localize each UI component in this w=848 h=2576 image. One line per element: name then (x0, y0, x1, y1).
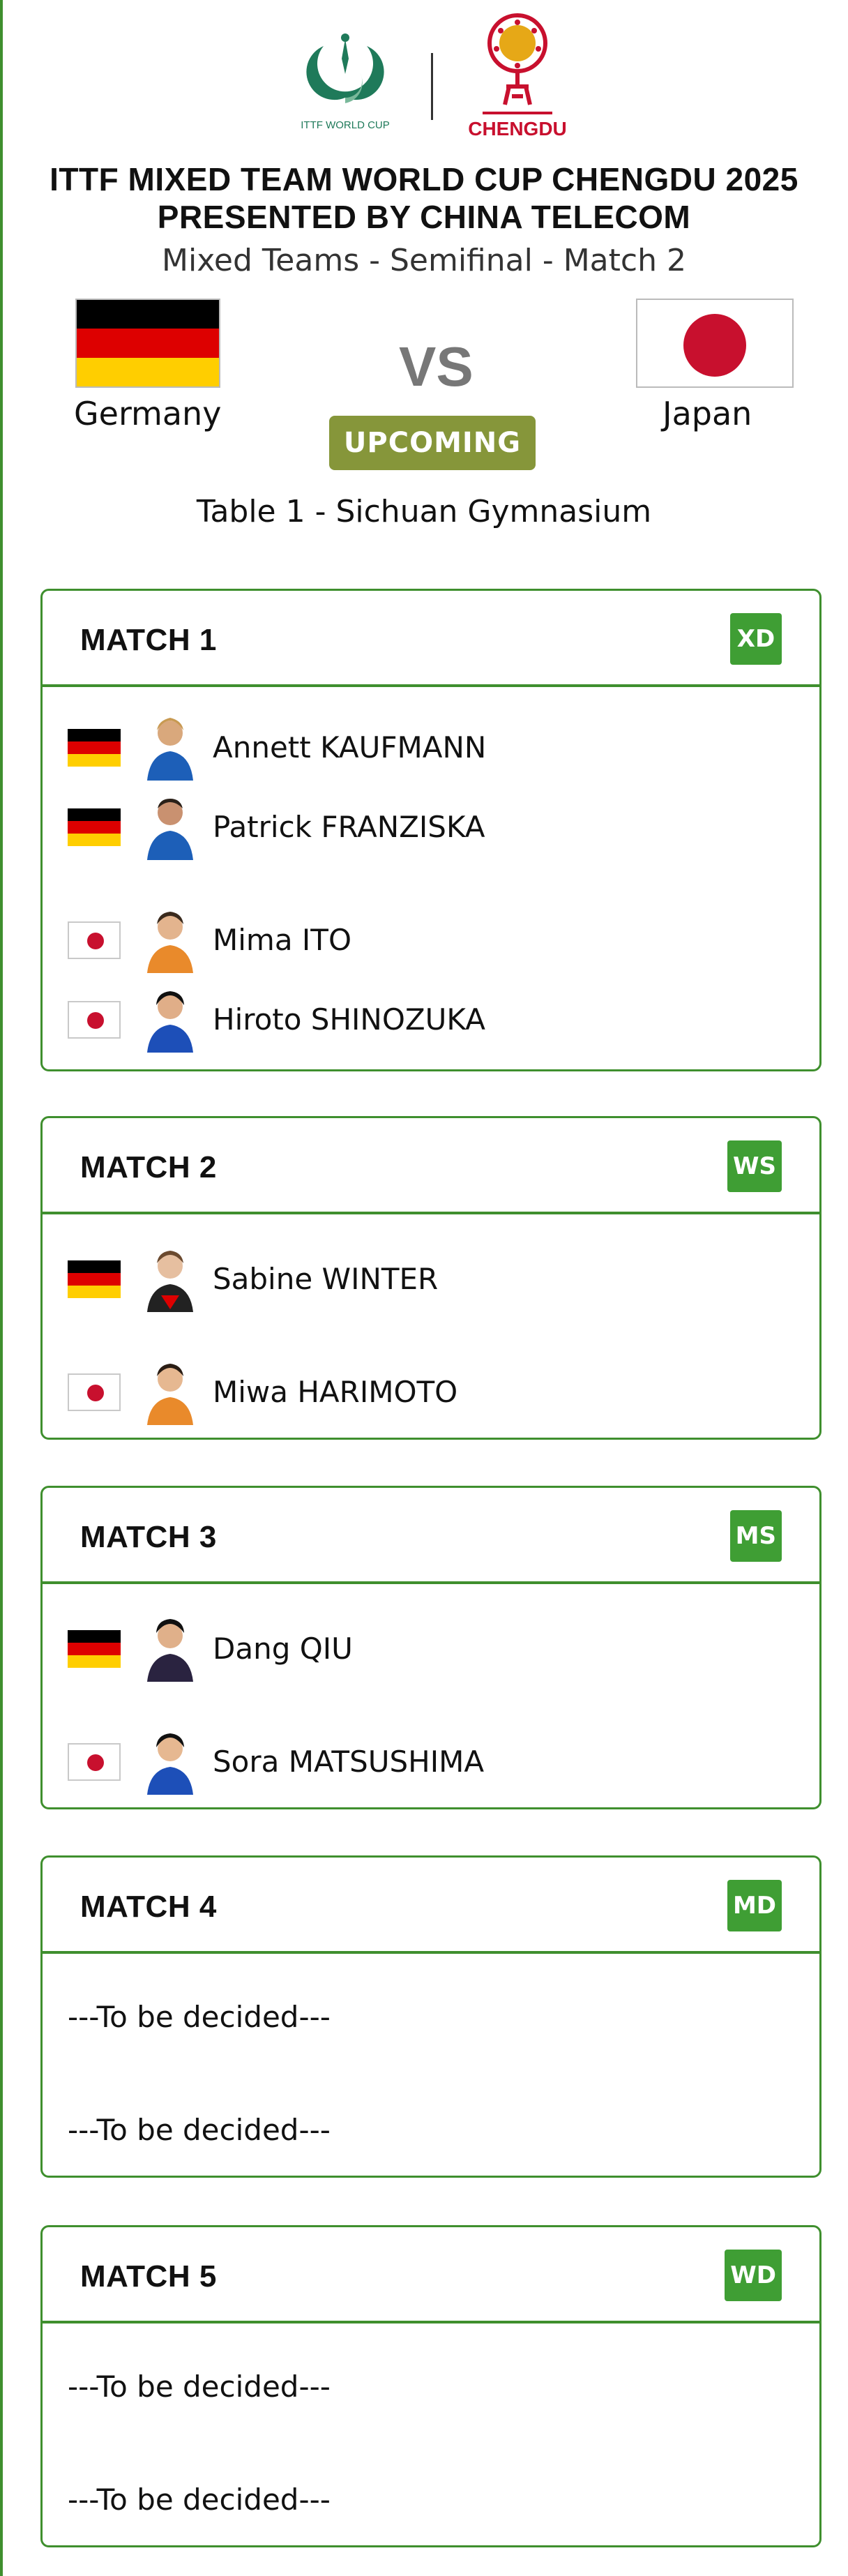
player-avatar (147, 1364, 193, 1425)
match-title: MATCH 4 (80, 1890, 217, 1924)
page-left-border (0, 0, 3, 2576)
player-name: Mima ITO (213, 923, 352, 957)
chengdu-2025-logo: CHENGDU (468, 13, 567, 140)
player-row[interactable]: Annett KAUFMANN (68, 711, 793, 781)
match-card-3[interactable]: MATCH 3 MS Dang QIU Sora MATSUSHIMA (40, 1486, 821, 1809)
event-title: ITTF MIXED TEAM WORLD CUP CHENGDU 2025 P… (0, 160, 848, 236)
match-type-badge: XD (730, 613, 782, 665)
team-home-name: Germany (74, 395, 222, 432)
player-row[interactable]: Sora MATSUSHIMA (68, 1725, 793, 1795)
match-type-badge: WS (727, 1140, 782, 1192)
player-avatar (147, 799, 193, 860)
tbd-label: ---To be decided--- (68, 2000, 331, 2034)
match-card-header: MATCH 3 MS (43, 1488, 819, 1584)
event-title-line2: PRESENTED BY CHINA TELECOM (157, 199, 691, 235)
match-card-1[interactable]: MATCH 1 XD Annett KAUFMANN Patrick FRANZ… (40, 589, 821, 1071)
event-logos: ITTF WORLD CUP CHENGDU (0, 10, 848, 149)
svg-text:CHENGDU: CHENGDU (468, 118, 567, 140)
vs-label: VS (399, 336, 474, 398)
player-avatar (147, 1619, 193, 1682)
player-name: Sora MATSUSHIMA (213, 1745, 485, 1779)
japan-flag-icon (68, 1001, 121, 1039)
match-status-badge: UPCOMING (329, 416, 536, 470)
japan-flag-icon (68, 1743, 121, 1781)
japan-flag-icon (68, 1373, 121, 1411)
match-card-4[interactable]: MATCH 4 MD ---To be decided--- ---To be … (40, 1855, 821, 2178)
match-type-badge: MD (727, 1880, 782, 1931)
player-row[interactable]: Mima ITO (68, 903, 793, 973)
svg-text:ITTF WORLD CUP: ITTF WORLD CUP (301, 119, 390, 131)
player-name: Dang QIU (213, 1632, 353, 1666)
player-row[interactable]: Sabine WINTER (68, 1242, 793, 1312)
player-row[interactable]: Patrick FRANZISKA (68, 790, 793, 860)
match-card-header: MATCH 2 WS (43, 1118, 819, 1214)
match-type-badge: MS (729, 1510, 782, 1562)
tbd-label: ---To be decided--- (68, 2370, 331, 2404)
venue-label: Table 1 - Sichuan Gymnasium (196, 494, 652, 529)
match-type-badge: WD (725, 2250, 782, 2301)
player-name: Miwa HARIMOTO (213, 1375, 458, 1409)
player-name: Patrick FRANZISKA (213, 810, 485, 844)
player-avatar (147, 718, 193, 781)
player-avatar (147, 1733, 193, 1795)
player-avatar (147, 912, 193, 973)
logo-divider (431, 53, 433, 120)
match-title: MATCH 2 (80, 1150, 217, 1184)
player-row[interactable]: Dang QIU (68, 1612, 793, 1682)
ittf-world-cup-logo: ITTF WORLD CUP (301, 33, 390, 131)
match-card-header: MATCH 4 MD (43, 1858, 819, 1954)
japan-flag-icon (636, 299, 794, 388)
event-title-line1: ITTF MIXED TEAM WORLD CUP CHENGDU 2025 (50, 161, 798, 197)
match-title: MATCH 5 (80, 2259, 217, 2293)
germany-flag-icon (68, 1260, 121, 1298)
germany-flag-icon (75, 299, 220, 388)
match-card-5[interactable]: MATCH 5 WD ---To be decided--- ---To be … (40, 2225, 821, 2547)
player-name: Sabine WINTER (213, 1262, 439, 1296)
match-title: MATCH 3 (80, 1520, 217, 1554)
match-subtitle: Mixed Teams - Semifinal - Match 2 (162, 243, 686, 278)
germany-flag-icon (68, 808, 121, 846)
tbd-label: ---To be decided--- (68, 2483, 331, 2517)
player-avatar (147, 1251, 193, 1312)
germany-flag-icon (68, 729, 121, 767)
team-away-name: Japan (662, 395, 752, 432)
match-card-header: MATCH 5 WD (43, 2227, 819, 2323)
player-row[interactable]: Hiroto SHINOZUKA (68, 983, 793, 1053)
player-name: Annett KAUFMANN (213, 730, 487, 764)
match-title: MATCH 1 (80, 623, 217, 657)
player-row[interactable]: Miwa HARIMOTO (68, 1355, 793, 1425)
player-name: Hiroto SHINOZUKA (213, 1002, 485, 1037)
match-card-header: MATCH 1 XD (43, 591, 819, 687)
germany-flag-icon (68, 1630, 121, 1668)
player-avatar (147, 991, 193, 1053)
match-card-2[interactable]: MATCH 2 WS Sabine WINTER Miwa HARIMOTO (40, 1116, 821, 1440)
japan-flag-icon (68, 921, 121, 959)
tbd-label: ---To be decided--- (68, 2113, 331, 2147)
